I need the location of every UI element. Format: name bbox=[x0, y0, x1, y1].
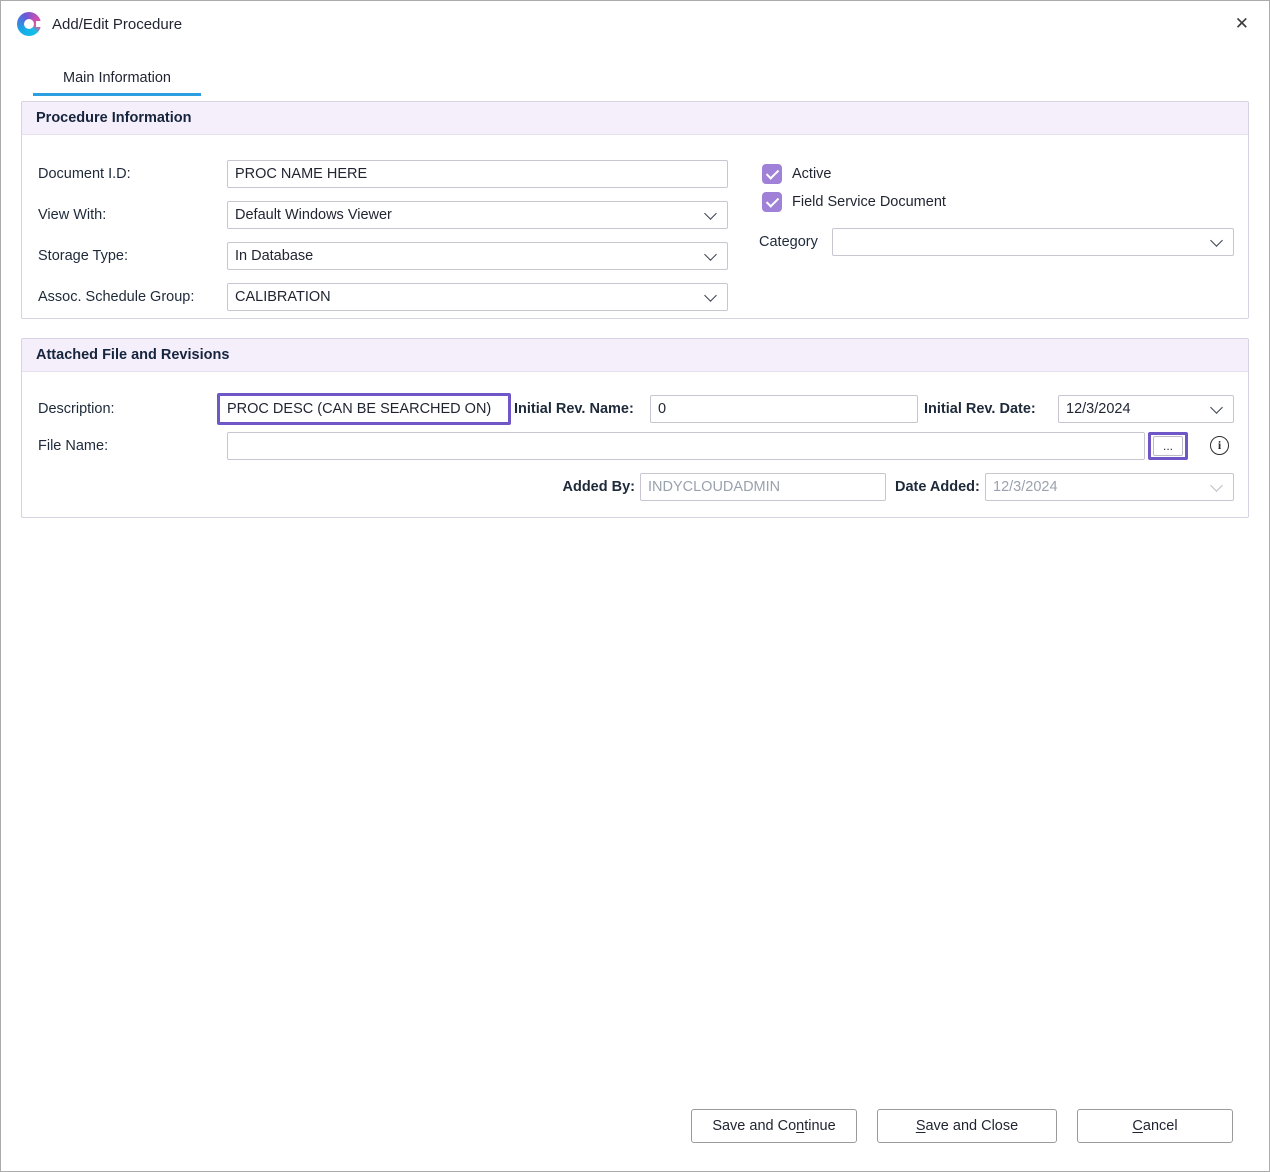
close-icon[interactable]: ✕ bbox=[1235, 13, 1249, 35]
description-label: Description: bbox=[38, 395, 115, 423]
attached-file-revisions-group: Attached File and Revisions Description:… bbox=[21, 338, 1249, 518]
info-icon[interactable]: i bbox=[1210, 436, 1229, 455]
button-label: Save and Co bbox=[712, 1118, 796, 1134]
button-label: tinue bbox=[804, 1118, 835, 1134]
procedure-information-group: Procedure Information Document I.D: View… bbox=[21, 101, 1249, 319]
storage-type-value: In Database bbox=[235, 248, 313, 264]
chevron-down-icon bbox=[1210, 479, 1223, 492]
cancel-button[interactable]: Cancel bbox=[1077, 1109, 1233, 1143]
document-id-input[interactable] bbox=[227, 160, 728, 188]
file-name-input[interactable] bbox=[227, 432, 1145, 460]
date-added-label: Date Added: bbox=[895, 473, 980, 501]
initial-rev-date-select[interactable]: 12/3/2024 bbox=[1058, 395, 1234, 423]
added-by-label: Added By: bbox=[562, 473, 635, 501]
browse-file-button[interactable]: ... bbox=[1153, 436, 1183, 456]
active-checkbox[interactable]: Active bbox=[762, 164, 832, 184]
button-mnemonic: C bbox=[1132, 1118, 1142, 1134]
add-edit-procedure-dialog: Add/Edit Procedure ✕ Main Information Pr… bbox=[0, 0, 1270, 1172]
browse-button-highlight: ... bbox=[1148, 432, 1188, 460]
tab-label: Main Information bbox=[63, 70, 171, 86]
document-id-label: Document I.D: bbox=[38, 160, 131, 188]
tab-main-information[interactable]: Main Information bbox=[33, 65, 201, 96]
date-added-select: 12/3/2024 bbox=[985, 473, 1234, 501]
save-and-continue-button[interactable]: Save and Continue bbox=[691, 1109, 857, 1143]
description-input[interactable] bbox=[217, 393, 511, 425]
view-with-select[interactable]: Default Windows Viewer bbox=[227, 201, 728, 229]
initial-rev-name-label: Initial Rev. Name: bbox=[514, 395, 634, 423]
added-by-input bbox=[640, 473, 886, 501]
storage-type-label: Storage Type: bbox=[38, 242, 128, 270]
attached-file-revisions-title: Attached File and Revisions bbox=[22, 339, 1248, 372]
checkbox-check-icon bbox=[762, 164, 782, 184]
category-label: Category bbox=[759, 228, 818, 256]
initial-rev-date-value: 12/3/2024 bbox=[1066, 401, 1131, 417]
assoc-schedule-group-select[interactable]: CALIBRATION bbox=[227, 283, 728, 311]
file-name-label: File Name: bbox=[38, 432, 108, 460]
chevron-down-icon bbox=[1210, 234, 1223, 247]
button-label: ave and Close bbox=[925, 1118, 1018, 1134]
initial-rev-date-label: Initial Rev. Date: bbox=[924, 395, 1036, 423]
view-with-value: Default Windows Viewer bbox=[235, 207, 392, 223]
active-checkbox-label: Active bbox=[792, 166, 832, 182]
procedure-information-title: Procedure Information bbox=[22, 102, 1248, 135]
category-select[interactable] bbox=[832, 228, 1234, 256]
checkbox-check-icon bbox=[762, 192, 782, 212]
date-added-value: 12/3/2024 bbox=[993, 479, 1058, 495]
assoc-schedule-group-label: Assoc. Schedule Group: bbox=[38, 283, 194, 311]
app-logo-icon bbox=[17, 12, 41, 36]
window-title: Add/Edit Procedure bbox=[52, 16, 182, 33]
titlebar: Add/Edit Procedure ✕ bbox=[1, 1, 1269, 47]
view-with-label: View With: bbox=[38, 201, 106, 229]
assoc-schedule-group-value: CALIBRATION bbox=[235, 289, 331, 305]
chevron-down-icon bbox=[1210, 401, 1223, 414]
storage-type-select[interactable]: In Database bbox=[227, 242, 728, 270]
chevron-down-icon bbox=[704, 289, 717, 302]
field-service-document-checkbox-label: Field Service Document bbox=[792, 194, 946, 210]
chevron-down-icon bbox=[704, 207, 717, 220]
save-and-close-button[interactable]: Save and Close bbox=[877, 1109, 1057, 1143]
field-service-document-checkbox[interactable]: Field Service Document bbox=[762, 192, 946, 212]
chevron-down-icon bbox=[704, 248, 717, 261]
initial-rev-name-input[interactable] bbox=[650, 395, 918, 423]
button-label: ancel bbox=[1143, 1118, 1178, 1134]
